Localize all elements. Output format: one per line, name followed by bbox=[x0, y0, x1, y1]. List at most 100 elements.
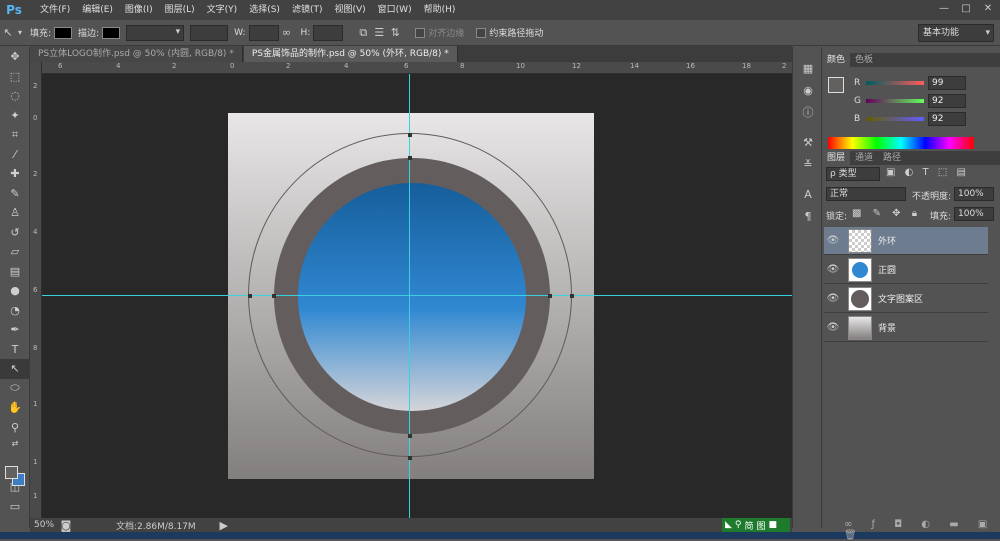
menu-image[interactable]: 图像(I) bbox=[119, 0, 159, 20]
eraser-tool-icon[interactable]: ▱ bbox=[0, 242, 30, 262]
tab-swatches[interactable]: 色板 bbox=[850, 53, 878, 67]
menu-file[interactable]: 文件(F) bbox=[34, 0, 76, 20]
ime-icon[interactable]: ◣ bbox=[725, 520, 732, 530]
screen-mode-icon[interactable]: ▭ bbox=[0, 497, 30, 517]
path-select-icon[interactable]: ↖ bbox=[0, 25, 16, 41]
ime-simplified-label[interactable]: 简 bbox=[745, 519, 754, 532]
tab-logo-doc[interactable]: PS立体LOGO制作.psd @ 50% (内圆, RGB/8) * bbox=[30, 46, 243, 62]
chevron-down-icon[interactable]: ▾ bbox=[16, 25, 24, 41]
zoom-level[interactable]: 50% bbox=[30, 520, 60, 530]
workspace-dropdown[interactable]: 基本功能 bbox=[918, 24, 994, 42]
blue-value[interactable]: 92 bbox=[928, 112, 966, 126]
path-anchor-point[interactable] bbox=[408, 434, 412, 438]
blue-slider[interactable] bbox=[866, 117, 924, 121]
red-value[interactable]: 99 bbox=[928, 76, 966, 90]
foreground-color-swatch[interactable] bbox=[5, 466, 18, 479]
path-selection-tool-icon[interactable]: ↖ bbox=[0, 359, 30, 379]
brush-tool-icon[interactable]: ✎ bbox=[0, 184, 30, 204]
actions-icon[interactable]: ◉ bbox=[793, 79, 823, 101]
blur-tool-icon[interactable]: ● bbox=[0, 281, 30, 301]
vertical-guide[interactable] bbox=[409, 74, 410, 518]
close-button[interactable]: ✕ bbox=[980, 2, 996, 16]
type-tool-icon[interactable]: T bbox=[0, 340, 30, 360]
width-field[interactable] bbox=[248, 24, 279, 41]
menu-view[interactable]: 视图(V) bbox=[328, 0, 371, 20]
layer-row-circle[interactable]: 👁︎ 正圆 bbox=[824, 256, 988, 284]
menu-type[interactable]: 文字(Y) bbox=[201, 0, 244, 20]
move-tool-icon[interactable]: ✥ bbox=[0, 47, 30, 67]
tab-layers[interactable]: 图层 bbox=[822, 151, 851, 165]
path-anchor-point[interactable] bbox=[408, 456, 412, 460]
tab-paths[interactable]: 路径 bbox=[878, 151, 906, 165]
pen-tool-icon[interactable]: ✒ bbox=[0, 320, 30, 340]
eye-icon[interactable]: 👁︎ bbox=[824, 264, 842, 275]
path-anchor-point[interactable] bbox=[408, 133, 412, 137]
hand-tool-icon[interactable]: ✋ bbox=[0, 398, 30, 418]
constrain-path-checkbox[interactable] bbox=[476, 27, 487, 38]
clone-stamp-tool-icon[interactable]: ♙ bbox=[0, 203, 30, 223]
stroke-type-dropdown[interactable] bbox=[190, 24, 229, 41]
eye-icon[interactable]: 👁︎ bbox=[824, 235, 842, 246]
crop-tool-icon[interactable]: ⌗ bbox=[0, 125, 30, 145]
zoom-tool-icon[interactable]: ⚲ bbox=[0, 418, 30, 438]
fill-swatch[interactable] bbox=[54, 26, 73, 39]
layer-row-outer-ring[interactable]: 👁︎ 外环 bbox=[824, 227, 988, 255]
dodge-tool-icon[interactable]: ◔ bbox=[0, 301, 30, 321]
menu-edit[interactable]: 编辑(E) bbox=[76, 0, 119, 20]
minimize-button[interactable]: — bbox=[936, 2, 952, 16]
color-spectrum[interactable] bbox=[828, 137, 974, 149]
ime-image-label[interactable]: 图 bbox=[757, 519, 766, 532]
eye-icon[interactable]: 👁︎ bbox=[824, 293, 842, 304]
info-icon[interactable]: ⓘ bbox=[793, 101, 823, 123]
align-edges-checkbox[interactable] bbox=[415, 27, 426, 38]
path-anchor-point[interactable] bbox=[548, 294, 552, 298]
layer-actions-bar[interactable]: ∞ ƒ ◘ ◐ ▬ ▣ 🗑︎ bbox=[844, 519, 1000, 541]
height-field[interactable] bbox=[313, 24, 344, 41]
lasso-tool-icon[interactable]: ◌ bbox=[0, 86, 30, 106]
adjust-icon[interactable]: ≚ bbox=[793, 153, 823, 175]
path-operations-icon[interactable]: ⧉ bbox=[355, 25, 371, 41]
status-arrow-icon[interactable]: ▶ bbox=[216, 517, 232, 533]
path-anchor-point[interactable] bbox=[570, 294, 574, 298]
layer-row-text-area[interactable]: 👁︎ 文字图案区 bbox=[824, 285, 988, 313]
eyedropper-tool-icon[interactable]: ⁄ bbox=[0, 145, 30, 165]
history-icon[interactable]: ▦ bbox=[793, 57, 823, 79]
marquee-tool-icon[interactable]: ⬚ bbox=[0, 67, 30, 87]
document-canvas[interactable] bbox=[228, 113, 594, 479]
menu-filter[interactable]: 滤镜(T) bbox=[286, 0, 329, 20]
opacity-field[interactable]: 100% bbox=[954, 187, 994, 201]
paragraph-icon[interactable]: ¶ bbox=[793, 205, 823, 227]
search-icon[interactable]: ⚲ bbox=[735, 520, 742, 530]
maximize-button[interactable]: □ bbox=[958, 2, 974, 16]
path-arrangement-icon[interactable]: ⇅ bbox=[387, 25, 403, 41]
menu-help[interactable]: 帮助(H) bbox=[418, 0, 462, 20]
path-anchor-point[interactable] bbox=[408, 156, 412, 160]
red-slider[interactable] bbox=[866, 81, 924, 85]
brush-preset-icon[interactable]: ⚒ bbox=[793, 131, 823, 153]
path-anchor-point[interactable] bbox=[272, 294, 276, 298]
stroke-width-dropdown[interactable] bbox=[126, 24, 185, 41]
path-alignment-icon[interactable]: ☰ bbox=[371, 25, 387, 41]
blend-mode-dropdown[interactable]: 正常 bbox=[826, 187, 906, 201]
layer-filter-dropdown[interactable]: ρ 类型 bbox=[826, 167, 880, 181]
character-icon[interactable]: A bbox=[793, 183, 823, 205]
path-anchor-point[interactable] bbox=[248, 294, 252, 298]
status-menu-icon[interactable]: ◙ bbox=[60, 517, 72, 533]
swap-colors-icon[interactable]: ⇄ bbox=[0, 437, 30, 449]
blue-circle-shape[interactable] bbox=[298, 183, 526, 411]
layer-row-background[interactable]: 👁︎ 背景 bbox=[824, 314, 988, 342]
link-icon[interactable]: ∞ bbox=[279, 25, 295, 41]
canvas-workspace[interactable] bbox=[42, 74, 792, 518]
gradient-tool-icon[interactable]: ▤ bbox=[0, 262, 30, 282]
green-value[interactable]: 92 bbox=[928, 94, 966, 108]
menu-select[interactable]: 选择(S) bbox=[243, 0, 286, 20]
layer-filter-icons[interactable]: ▣ ◐ T ⬚ ▤ bbox=[886, 167, 969, 178]
tab-color[interactable]: 颜色 bbox=[822, 53, 851, 67]
eye-icon[interactable]: 👁︎ bbox=[824, 322, 842, 333]
stroke-swatch[interactable] bbox=[102, 26, 121, 39]
green-slider[interactable] bbox=[866, 99, 924, 103]
horizontal-guide[interactable] bbox=[42, 295, 792, 296]
history-brush-tool-icon[interactable]: ↺ bbox=[0, 223, 30, 243]
healing-brush-tool-icon[interactable]: ✚ bbox=[0, 164, 30, 184]
lock-icons[interactable]: ▩ ✎ ✥ 🔒︎ bbox=[852, 208, 921, 219]
